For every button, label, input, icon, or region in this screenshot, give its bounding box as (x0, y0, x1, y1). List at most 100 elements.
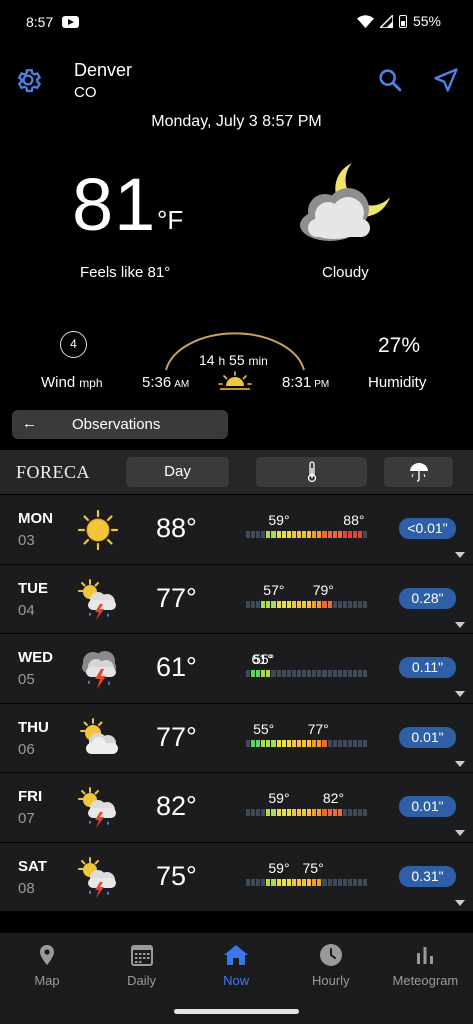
temperature-bar-segment (266, 739, 271, 747)
back-arrow-icon: ← (22, 415, 37, 432)
temperature-range-low: 57° (263, 581, 285, 598)
temperature-bar-segment (302, 531, 307, 538)
locate-button[interactable] (432, 66, 460, 94)
tab-day[interactable]: Day (126, 457, 229, 487)
temperature-bar-segment (296, 531, 302, 538)
temperature-bar-segment (327, 878, 332, 886)
temperature-bar-segment (296, 670, 302, 677)
sun-thunder-rain-icon (76, 856, 120, 900)
temperature-bar-segment (266, 670, 271, 677)
day-high-temperature: 75° (156, 860, 197, 891)
temperature-bar-segment (358, 670, 363, 677)
home-icon (189, 943, 283, 967)
temperature-bar-segment (358, 809, 363, 816)
observations-button[interactable]: ← Observations (12, 410, 228, 439)
temperature-bar-segment (256, 739, 261, 747)
sun-icon (218, 371, 252, 390)
temperature-bar-segment (281, 809, 286, 816)
daily-row-fri[interactable]: FRI 07 82° 59° 82° 0.01" (0, 773, 473, 843)
temperature-bar-segment (261, 809, 266, 816)
temperature-bar-segment (307, 670, 312, 677)
temperature-range-low: 59° (268, 512, 290, 528)
precipitation-pill: <0.01" (399, 518, 456, 539)
temperature-bar-segment (276, 739, 281, 747)
day-name: TUE (18, 579, 48, 597)
temperature-bar-segment (327, 739, 332, 747)
tab-temperature[interactable] (256, 457, 367, 487)
temperature-bar-segment (352, 809, 358, 816)
temperature-unit: °F (157, 205, 184, 235)
nav-label: Map (34, 973, 60, 988)
day-date: 05 (18, 671, 35, 688)
temperature-bar-segment (261, 670, 266, 677)
expand-chevron-icon[interactable] (455, 899, 465, 906)
nav-map[interactable]: Map (0, 943, 94, 988)
temperature-bar-segment (352, 531, 358, 538)
temperature-bar-segment (327, 670, 332, 677)
home-indicator[interactable] (174, 1009, 299, 1014)
day-high-temperature: 82° (156, 791, 197, 821)
daily-row-tue[interactable]: TUE 04 77° 57° 79° 0.28" (0, 564, 473, 634)
temperature-bar-segment (286, 739, 291, 747)
humidity-label: Humidity (368, 374, 427, 391)
status-bar: 8:57 55% (0, 0, 473, 44)
expand-chevron-icon[interactable] (455, 621, 465, 628)
temperature-range-low: 59° (268, 859, 290, 876)
temperature-bar-segment (347, 739, 352, 747)
temperature-bar-segment (246, 670, 251, 677)
temperature-bar-segment (317, 878, 322, 886)
thermometer-icon (307, 461, 316, 483)
daily-row-wed[interactable]: WED 05 61° 55° 61° 0.11" (0, 634, 473, 704)
sun-thunder-rain-icon (76, 786, 120, 830)
expand-chevron-icon[interactable] (455, 552, 465, 558)
temperature-range-low: 59° (268, 790, 290, 806)
temperature-bar-segment (302, 600, 307, 608)
nav-now[interactable]: Now (189, 943, 283, 988)
temperature-bar-segment (327, 600, 332, 608)
temperature-bar-segment (286, 809, 291, 816)
sunset-time: 8:31 PM (282, 374, 330, 391)
temperature-bar-segment (363, 670, 368, 677)
wind-label: Wind mph (41, 374, 103, 391)
expand-chevron-icon[interactable] (455, 691, 465, 697)
nav-label: Now (223, 973, 250, 988)
expand-chevron-icon[interactable] (455, 760, 465, 767)
temperature-range-high: 61° (251, 651, 273, 667)
temperature-bar-segment (337, 670, 342, 677)
nav-meteogram[interactable]: Meteogram (378, 943, 472, 988)
temperature-bar-segment (246, 531, 251, 538)
temperature-range-bar (246, 600, 368, 608)
temperature-bar-segment (317, 600, 322, 608)
day-date: 08 (18, 879, 35, 897)
search-button[interactable] (376, 66, 404, 94)
temperature-bar-segment (286, 670, 291, 677)
precipitation-pill: 0.01" (399, 726, 456, 748)
temperature-bar-segment (317, 809, 322, 816)
temperature-bar-segment (342, 878, 347, 886)
temperature-bar-segment (317, 531, 322, 538)
tab-precipitation[interactable] (384, 457, 453, 487)
temperature-bar-segment (271, 531, 276, 538)
wifi-icon (356, 14, 374, 28)
temperature-bar-segment (322, 670, 327, 677)
daily-row-sat[interactable]: SAT 08 75° 59° 75° 0.31" (0, 842, 473, 912)
temperature-bar-segment (337, 878, 342, 886)
daily-row-thu[interactable]: THU 06 77° 55° 77° 0.01" (0, 703, 473, 773)
nav-label: Hourly (312, 973, 350, 988)
temperature-bar-segment (322, 531, 327, 538)
city-name: Denver (74, 60, 133, 80)
expand-chevron-icon[interactable] (455, 830, 465, 836)
day-date: 06 (18, 740, 35, 758)
temperature-bar-segment (363, 878, 368, 886)
current-datetime: Monday, July 3 8:57 PM (151, 113, 322, 130)
precipitation-pill: 0.11" (399, 657, 456, 678)
temperature-bar-segment (261, 600, 266, 608)
daily-row-mon[interactable]: MON 03 88° 59° 88° <0.01" (0, 495, 473, 565)
settings-button[interactable] (13, 65, 43, 95)
nav-daily[interactable]: Daily (95, 943, 189, 988)
nav-hourly[interactable]: Hourly (284, 943, 378, 988)
temperature-bar-segment (317, 670, 322, 677)
temperature-bar-segment (296, 600, 302, 608)
temperature-bar-segment (363, 600, 368, 608)
temperature-bar-segment (256, 531, 261, 538)
